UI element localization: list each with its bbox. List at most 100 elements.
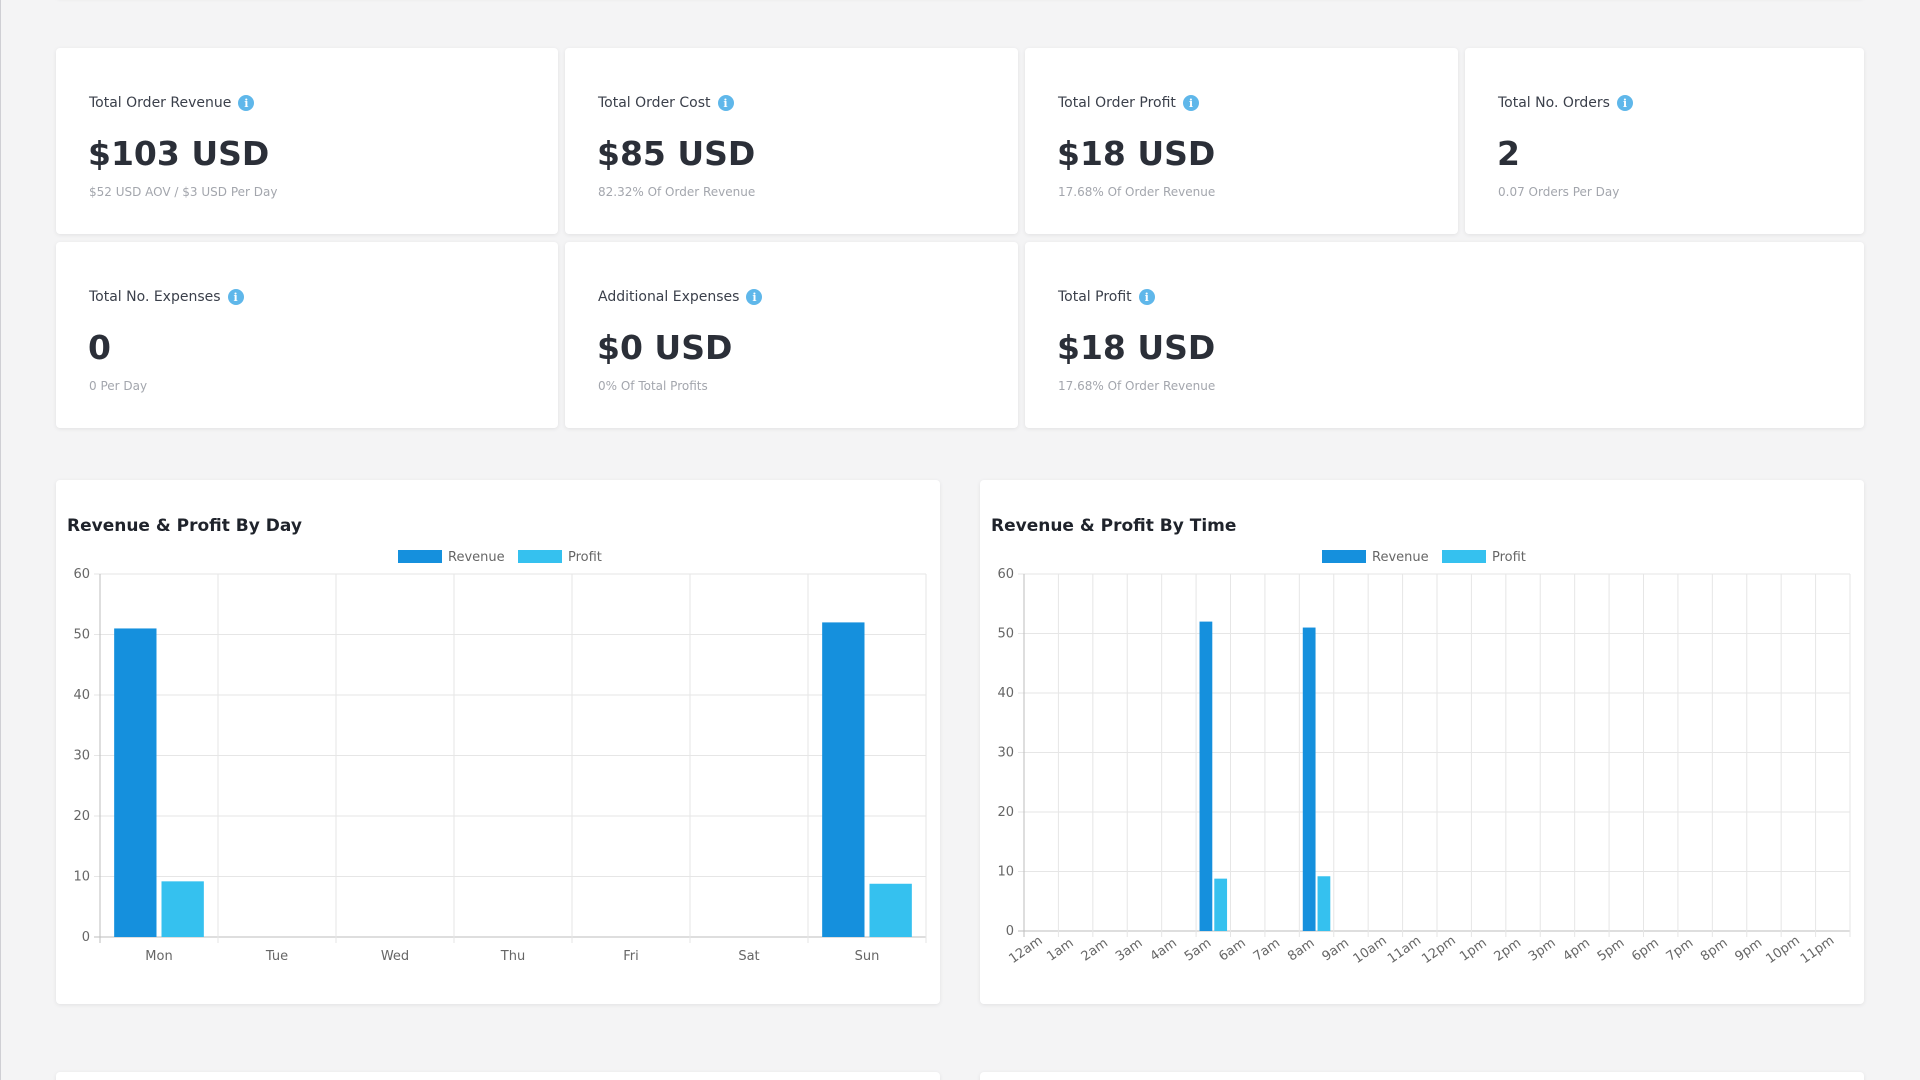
stat-value: 0: [88, 328, 111, 367]
stat-subtext: 17.68% Of Order Revenue: [1058, 379, 1216, 393]
y-tick-label: 0: [82, 930, 90, 945]
x-tick-label: Tue: [265, 949, 288, 964]
info-icon[interactable]: i: [1616, 95, 1633, 111]
legend-item[interactable]: Profit: [518, 550, 602, 565]
stat-subtext: 17.68% Of Order Revenue: [1058, 185, 1216, 199]
y-tick-label: 50: [997, 627, 1014, 642]
revenue-profit-by-time-chart: Revenue Profit 0 10 20 30 40 50 60 12am1am 2am 3am 4…: [997, 550, 1851, 967]
x-tick-label: 4pm: [1560, 936, 1593, 965]
info-icon[interactable]: i: [227, 289, 244, 305]
bottom-card-edge-right: [980, 1072, 1864, 1080]
x-tick-label: Sun: [855, 949, 880, 964]
y-tick-label: 60: [73, 567, 90, 582]
bar-revenue[interactable]: [1302, 627, 1316, 931]
stat-title: Additional Expenses i: [598, 289, 763, 305]
x-tick-label: 2pm: [1492, 936, 1525, 965]
stat-card-total-order-revenue: Total Order Revenue i $103 USD $52 USD A…: [56, 48, 558, 234]
y-tick-label: 20: [997, 805, 1014, 820]
bar-profit[interactable]: [869, 883, 912, 937]
stat-title-label: Total Order Revenue: [89, 95, 232, 111]
stat-title-label: Total No. Orders: [1498, 95, 1610, 111]
y-tick-label: 10: [997, 865, 1014, 880]
x-tick-label: 9pm: [1732, 936, 1765, 965]
stat-value: 2: [1497, 134, 1520, 173]
legend-item[interactable]: Revenue: [398, 550, 505, 565]
info-icon[interactable]: i: [717, 95, 734, 111]
x-tick-label: 12pm: [1419, 933, 1458, 967]
stat-title: Total Profit i: [1058, 289, 1155, 305]
stat-value: $103 USD: [88, 134, 270, 173]
stat-subtext: 0.07 Orders Per Day: [1498, 185, 1620, 199]
x-tick-label: 4am: [1148, 936, 1180, 965]
bar-revenue[interactable]: [1199, 621, 1213, 931]
x-tick-label: Mon: [145, 949, 172, 964]
x-tick-label: 2am: [1079, 936, 1111, 965]
bar-revenue[interactable]: [822, 622, 865, 937]
legend-swatch: [398, 550, 442, 563]
legend-swatch: [1442, 550, 1486, 563]
x-tick-label: 7am: [1251, 936, 1283, 965]
stat-title: Total No. Orders i: [1498, 95, 1633, 111]
x-tick-label: 6am: [1216, 936, 1248, 965]
x-tick-label: 1pm: [1457, 936, 1490, 965]
x-tick-label: 8am: [1285, 936, 1317, 965]
stat-title-label: Additional Expenses: [598, 289, 740, 305]
stat-subtext: 0 Per Day: [89, 379, 148, 393]
y-tick-label: 30: [997, 746, 1014, 761]
stat-value: $0 USD: [597, 328, 733, 367]
stat-card-total-order-profit: Total Order Profit i $18 USD 17.68% Of O…: [1025, 48, 1458, 234]
x-tick-label: 9am: [1320, 936, 1352, 965]
y-tick-label: 10: [73, 870, 90, 885]
stat-value: $18 USD: [1057, 134, 1216, 173]
x-tick-label: 3pm: [1526, 936, 1559, 965]
stat-card-additional-expenses: Additional Expenses i $0 USD 0% Of Total…: [565, 242, 1018, 428]
bar-profit[interactable]: [1317, 876, 1331, 931]
x-tick-label: Wed: [381, 949, 409, 964]
x-tick-label: 10am: [1351, 933, 1390, 967]
chart-bars: [114, 622, 912, 937]
bar-profit[interactable]: [1214, 878, 1228, 931]
stat-title: Total Order Revenue i: [89, 95, 255, 111]
stat-title-label: Total Profit: [1058, 289, 1132, 305]
stat-title-label: Total Order Cost: [598, 95, 711, 111]
legend-swatch: [1322, 550, 1366, 563]
stat-subtext: $52 USD AOV / $3 USD Per Day: [89, 185, 278, 199]
stat-card-total-no-orders: Total No. Orders i 2 0.07 Orders Per Day: [1465, 48, 1864, 234]
x-tick-label: 11am: [1385, 933, 1424, 967]
y-tick-label: 60: [997, 567, 1014, 582]
chart-card-by-day: Revenue & Profit By Day Revenue Profit 0 10…: [56, 480, 940, 1004]
y-tick-label: 20: [73, 809, 90, 824]
info-icon[interactable]: i: [1138, 289, 1155, 305]
stat-subtext: 0% Of Total Profits: [598, 379, 708, 393]
stat-card-total-no-expenses: Total No. Expenses i 0 0 Per Day: [56, 242, 558, 428]
legend-item[interactable]: Revenue: [1322, 550, 1429, 565]
x-tick-label: 3am: [1113, 936, 1145, 965]
x-axis-labels: Mon Tue Wed Thu Fri Sat Sun: [145, 949, 879, 964]
legend-label: Revenue: [1372, 550, 1429, 565]
stat-subtext: 82.32% Of Order Revenue: [598, 185, 756, 199]
x-tick-label: Fri: [623, 949, 639, 964]
chart-card-by-time: Revenue & Profit By Time Revenue Profit 0 1…: [980, 480, 1864, 1004]
info-icon[interactable]: i: [746, 289, 763, 305]
info-icon[interactable]: i: [1182, 95, 1199, 111]
stat-title-label: Total Order Profit: [1058, 95, 1176, 111]
x-tick-label: 7pm: [1664, 936, 1697, 965]
revenue-profit-by-day-chart: Revenue Profit 0 10 20 30 40 50 60 Mon Tue Wed Thu Fr…: [73, 550, 927, 964]
y-tick-label: 40: [73, 688, 90, 703]
info-icon[interactable]: i: [238, 95, 255, 111]
legend-item[interactable]: Profit: [1442, 550, 1526, 565]
x-tick-label: 5pm: [1595, 936, 1628, 965]
stat-title: Total No. Expenses i: [89, 289, 244, 305]
x-tick-label: 8pm: [1698, 936, 1731, 965]
bottom-card-edge-left: [56, 1072, 940, 1080]
x-tick-label: 1am: [1044, 936, 1076, 965]
x-tick-label: 6pm: [1629, 936, 1662, 965]
bar-revenue[interactable]: [114, 628, 157, 937]
y-tick-label: 40: [997, 686, 1014, 701]
x-tick-label: Thu: [500, 949, 525, 964]
stat-card-total-profit: Total Profit i $18 USD 17.68% Of Order R…: [1025, 242, 1864, 428]
legend-swatch: [518, 550, 562, 563]
bar-profit[interactable]: [161, 881, 204, 937]
stat-title-label: Total No. Expenses: [89, 289, 221, 305]
stat-value: $85 USD: [597, 134, 756, 173]
